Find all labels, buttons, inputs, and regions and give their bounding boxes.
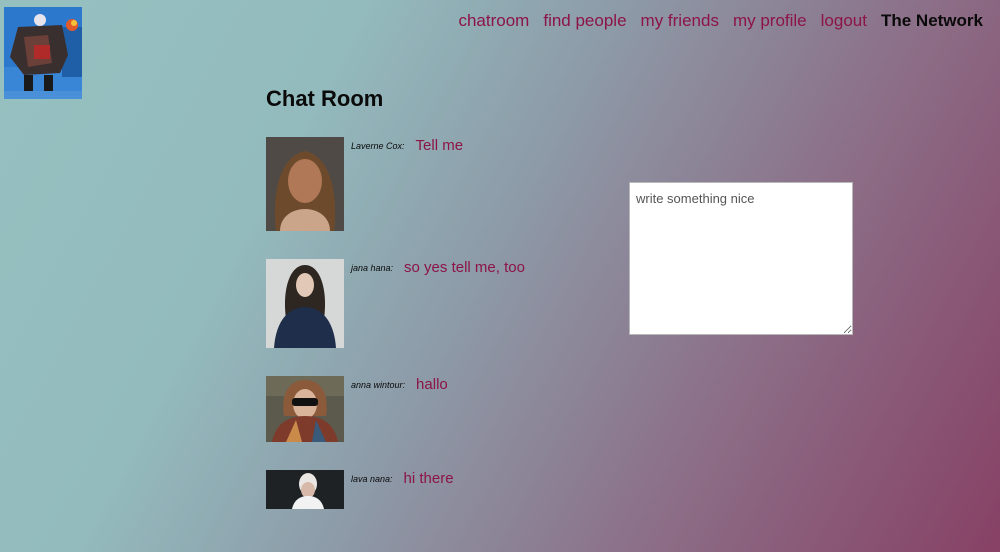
message-text: Tell me xyxy=(415,137,464,154)
message-author: Laverne Cox: xyxy=(351,141,405,151)
message-input[interactable] xyxy=(629,182,853,335)
chat-message: anna wintour: hallo xyxy=(266,376,448,442)
nav-logout-link[interactable]: logout xyxy=(821,11,867,31)
message-author: anna wintour: xyxy=(351,380,406,390)
top-nav: chatroom find people my friends my profi… xyxy=(444,11,983,31)
chat-message: jana hana: so yes tell me, too xyxy=(266,259,525,348)
chat-message: Laverne Cox: Tell me xyxy=(266,137,463,231)
profile-logo-image xyxy=(4,7,82,99)
avatar[interactable] xyxy=(266,470,344,509)
avatar[interactable] xyxy=(266,259,344,348)
message-text: hallo xyxy=(416,376,448,393)
avatar-image xyxy=(266,137,344,231)
nav-find-people-link[interactable]: find people xyxy=(543,11,626,31)
message-text: hi there xyxy=(403,470,454,487)
message-author: lava nana: xyxy=(351,474,393,484)
profile-logo[interactable] xyxy=(4,7,82,99)
message-author: jana hana: xyxy=(351,263,394,273)
avatar-image xyxy=(266,259,344,348)
brand-title: The Network xyxy=(880,11,983,30)
avatar-image xyxy=(266,376,344,442)
message-text: so yes tell me, too xyxy=(404,259,525,276)
avatar-image xyxy=(266,470,344,509)
page-title: Chat Room xyxy=(266,86,384,111)
nav-my-profile-link[interactable]: my profile xyxy=(733,11,807,31)
avatar[interactable] xyxy=(266,376,344,442)
avatar[interactable] xyxy=(266,137,344,231)
chat-message: lava nana: hi there xyxy=(266,470,454,509)
nav-chatroom-link[interactable]: chatroom xyxy=(458,11,529,31)
nav-my-friends-link[interactable]: my friends xyxy=(641,11,719,31)
